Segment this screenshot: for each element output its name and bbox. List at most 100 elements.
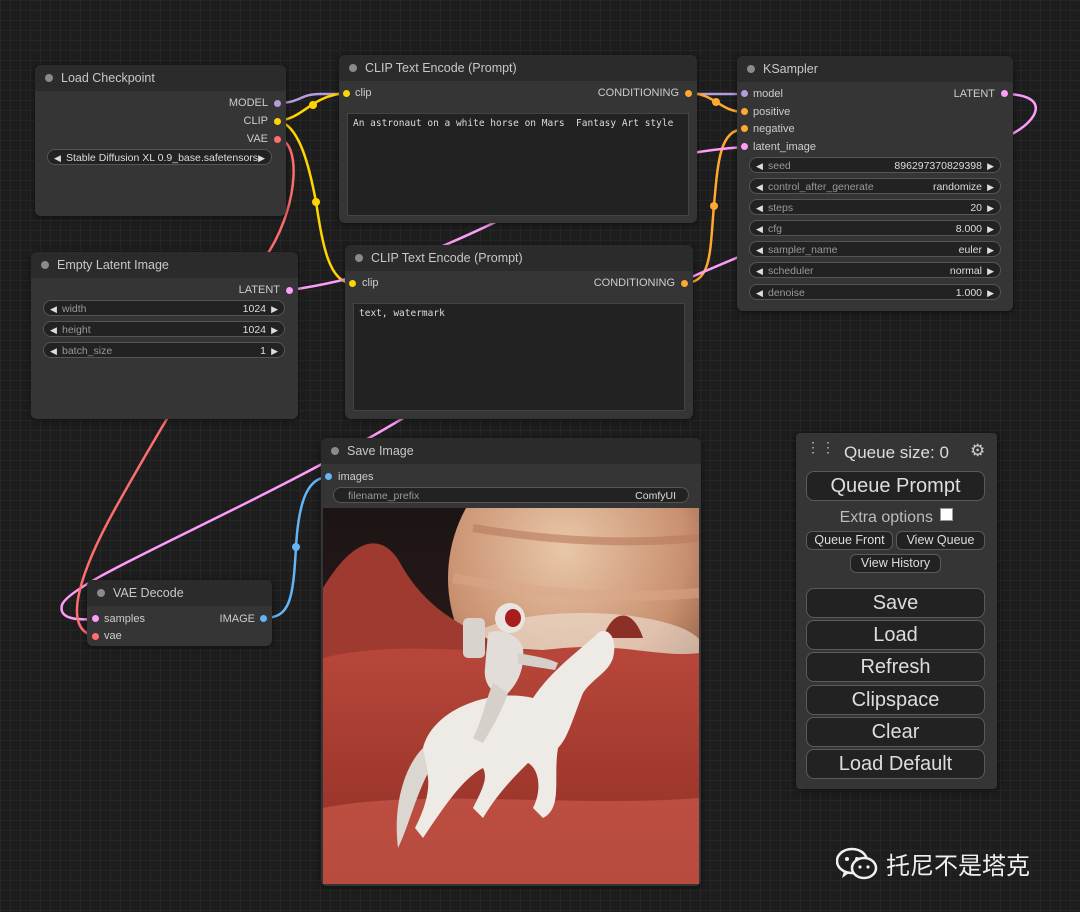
input-model-pin[interactable] <box>741 90 748 97</box>
arrow-left-icon[interactable]: ◀ <box>756 179 763 195</box>
input-samples[interactable]: samples <box>104 613 145 625</box>
collapse-dot[interactable] <box>349 64 357 72</box>
node-title[interactable]: CLIP Text Encode (Prompt) <box>339 55 697 81</box>
height-widget[interactable]: ◀ height 1024 ▶ <box>43 321 285 337</box>
output-image-pin[interactable] <box>260 615 267 622</box>
seed-widget[interactable]: ◀ seed 896297370829398 ▶ <box>749 157 1001 173</box>
view-queue-button[interactable]: View Queue <box>896 531 985 550</box>
width-widget[interactable]: ◀ width 1024 ▶ <box>43 300 285 316</box>
denoise-widget[interactable]: ◀ denoise 1.000 ▶ <box>749 284 1001 300</box>
arrow-right-icon[interactable]: ▶ <box>987 285 994 301</box>
drag-handle-icon[interactable]: ⋮⋮ <box>806 440 836 454</box>
load-default-button[interactable]: Load Default <box>806 749 985 779</box>
input-images[interactable]: images <box>338 471 373 483</box>
node-load-checkpoint[interactable]: Load Checkpoint MODEL CLIP VAE ◀ Stable … <box>35 65 286 216</box>
node-title[interactable]: Empty Latent Image <box>31 252 298 278</box>
node-title[interactable]: Save Image <box>321 438 701 464</box>
arrow-right-icon[interactable]: ▶ <box>987 179 994 195</box>
collapse-dot[interactable] <box>41 261 49 269</box>
gear-icon[interactable]: ⚙ <box>970 441 985 461</box>
input-positive-pin[interactable] <box>741 108 748 115</box>
ckpt-name-combo[interactable]: ◀ Stable Diffusion XL 0.9_base.safetenso… <box>47 149 272 165</box>
batch-size-widget[interactable]: ◀ batch_size 1 ▶ <box>43 342 285 358</box>
node-ksampler[interactable]: KSampler model positive negative latent_… <box>737 56 1013 311</box>
arrow-right-icon[interactable]: ▶ <box>987 242 994 258</box>
queue-front-button[interactable]: Queue Front <box>806 531 893 550</box>
collapse-dot[interactable] <box>355 254 363 262</box>
sampler-name-widget[interactable]: ◀ sampler_name euler ▶ <box>749 241 1001 257</box>
output-image[interactable]: IMAGE <box>220 613 255 625</box>
input-negative-pin[interactable] <box>741 125 748 132</box>
save-button[interactable]: Save <box>806 588 985 618</box>
arrow-left-icon[interactable]: ◀ <box>54 150 61 166</box>
output-model-pin[interactable] <box>274 100 281 107</box>
scheduler-widget[interactable]: ◀ scheduler normal ▶ <box>749 262 1001 278</box>
output-conditioning-pin[interactable] <box>685 90 692 97</box>
input-negative[interactable]: negative <box>753 123 795 135</box>
node-clip-text-encode-negative[interactable]: CLIP Text Encode (Prompt) clip CONDITION… <box>345 245 693 419</box>
output-clip-pin[interactable] <box>274 118 281 125</box>
arrow-right-icon[interactable]: ▶ <box>987 221 994 237</box>
node-save-image[interactable]: Save Image images filename_prefix ComfyUI <box>321 438 701 886</box>
collapse-dot[interactable] <box>45 74 53 82</box>
node-title[interactable]: VAE Decode <box>87 580 272 606</box>
node-title[interactable]: KSampler <box>737 56 1013 82</box>
collapse-dot[interactable] <box>331 447 339 455</box>
arrow-right-icon[interactable]: ▶ <box>258 150 265 166</box>
output-vae[interactable]: VAE <box>247 133 268 145</box>
input-samples-pin[interactable] <box>92 615 99 622</box>
arrow-left-icon[interactable]: ◀ <box>50 322 57 338</box>
output-image-preview[interactable] <box>323 508 699 884</box>
output-conditioning[interactable]: CONDITIONING <box>594 277 675 289</box>
arrow-left-icon[interactable]: ◀ <box>756 158 763 174</box>
arrow-right-icon[interactable]: ▶ <box>271 301 278 317</box>
output-latent[interactable]: LATENT <box>239 284 280 296</box>
input-images-pin[interactable] <box>325 473 332 480</box>
input-positive[interactable]: positive <box>753 106 790 118</box>
arrow-left-icon[interactable]: ◀ <box>50 343 57 359</box>
input-clip-pin[interactable] <box>343 90 350 97</box>
arrow-left-icon[interactable]: ◀ <box>756 263 763 279</box>
prompt-textarea[interactable]: An astronaut on a white horse on Mars Fa… <box>347 113 689 216</box>
collapse-dot[interactable] <box>97 589 105 597</box>
output-clip[interactable]: CLIP <box>244 115 268 127</box>
collapse-dot[interactable] <box>747 65 755 73</box>
refresh-button[interactable]: Refresh <box>806 652 985 682</box>
output-vae-pin[interactable] <box>274 136 281 143</box>
output-conditioning[interactable]: CONDITIONING <box>598 87 679 99</box>
arrow-left-icon[interactable]: ◀ <box>756 221 763 237</box>
extra-options-checkbox[interactable] <box>940 508 954 521</box>
arrow-right-icon[interactable]: ▶ <box>987 263 994 279</box>
clear-button[interactable]: Clear <box>806 717 985 747</box>
arrow-left-icon[interactable]: ◀ <box>756 200 763 216</box>
output-latent-pin[interactable] <box>286 287 293 294</box>
output-conditioning-pin[interactable] <box>681 280 688 287</box>
arrow-left-icon[interactable]: ◀ <box>50 301 57 317</box>
arrow-right-icon[interactable]: ▶ <box>271 343 278 359</box>
input-latent-image-pin[interactable] <box>741 143 748 150</box>
arrow-left-icon[interactable]: ◀ <box>756 285 763 301</box>
input-model[interactable]: model <box>753 88 783 100</box>
input-clip[interactable]: clip <box>362 277 379 289</box>
arrow-left-icon[interactable]: ◀ <box>756 242 763 258</box>
input-vae-pin[interactable] <box>92 633 99 640</box>
control-after-generate-widget[interactable]: ◀ control_after_generate randomize ▶ <box>749 178 1001 194</box>
output-latent[interactable]: LATENT <box>954 88 995 100</box>
node-title[interactable]: CLIP Text Encode (Prompt) <box>345 245 693 271</box>
arrow-right-icon[interactable]: ▶ <box>271 322 278 338</box>
arrow-right-icon[interactable]: ▶ <box>987 158 994 174</box>
node-clip-text-encode-positive[interactable]: CLIP Text Encode (Prompt) clip CONDITION… <box>339 55 697 223</box>
filename-prefix-widget[interactable]: filename_prefix ComfyUI <box>333 487 689 503</box>
load-button[interactable]: Load <box>806 620 985 650</box>
output-latent-pin[interactable] <box>1001 90 1008 97</box>
node-empty-latent-image[interactable]: Empty Latent Image LATENT ◀ width 1024 ▶ ◀ h… <box>31 252 298 419</box>
input-latent-image[interactable]: latent_image <box>753 141 816 153</box>
steps-widget[interactable]: ◀ steps 20 ▶ <box>749 199 1001 215</box>
output-model[interactable]: MODEL <box>229 97 268 109</box>
clipspace-button[interactable]: Clipspace <box>806 685 985 715</box>
arrow-right-icon[interactable]: ▶ <box>987 200 994 216</box>
prompt-textarea[interactable]: text, watermark <box>353 303 685 411</box>
input-vae[interactable]: vae <box>104 630 122 642</box>
cfg-widget[interactable]: ◀ cfg 8.000 ▶ <box>749 220 1001 236</box>
node-vae-decode[interactable]: VAE Decode samples vae IMAGE <box>87 580 272 646</box>
